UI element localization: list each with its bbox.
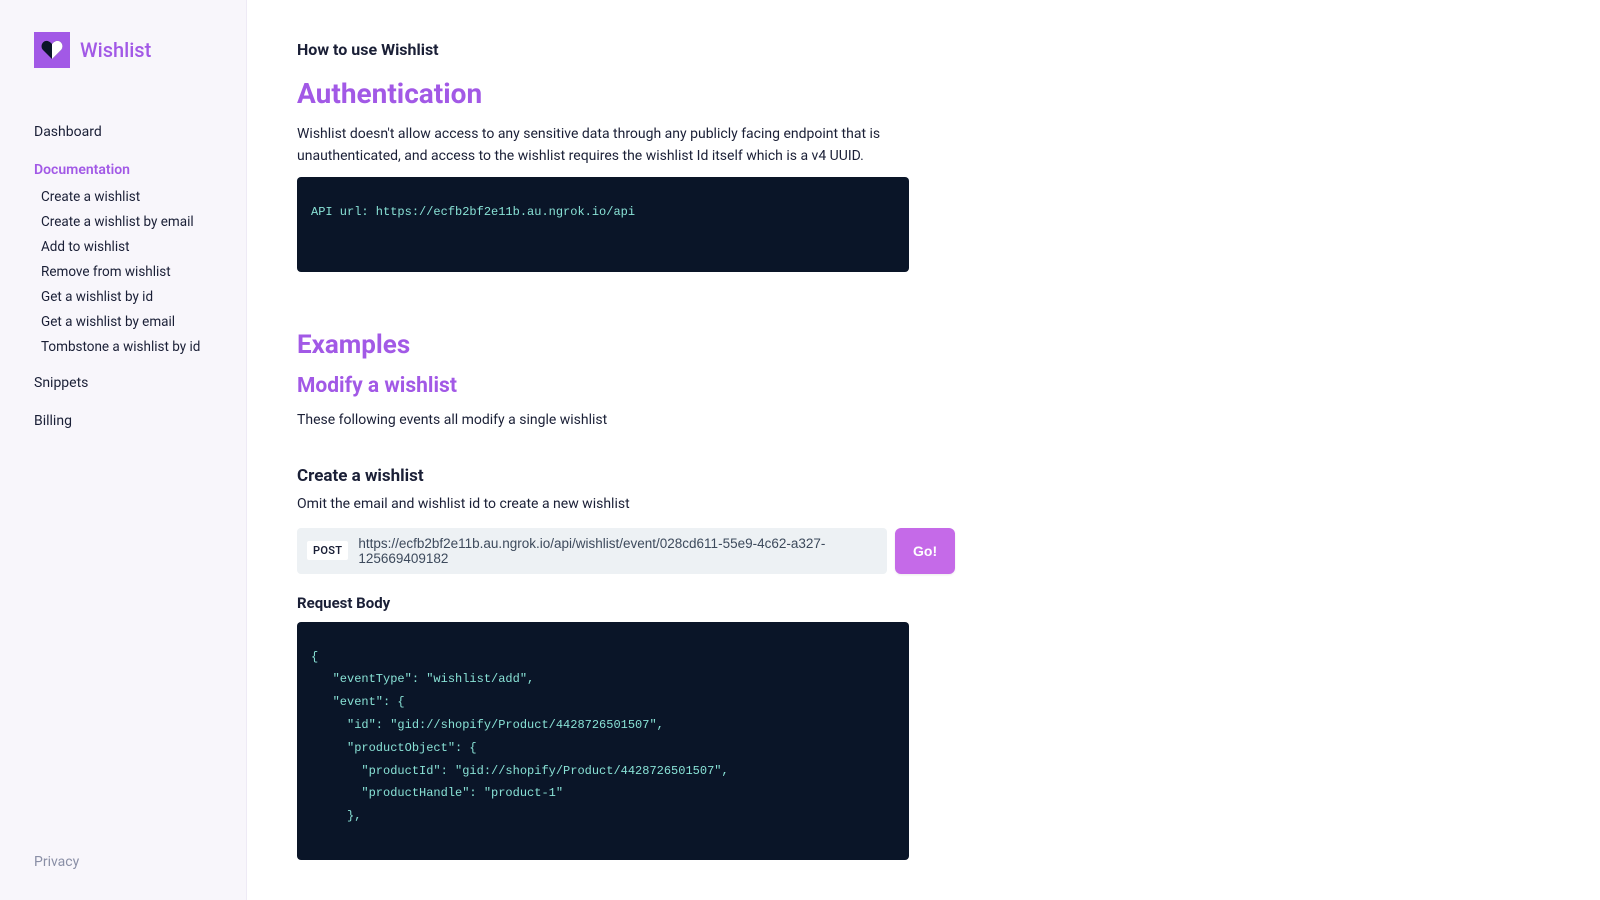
brand-name: Wishlist — [80, 38, 151, 62]
nav: Dashboard Documentation Create a wishlis… — [0, 118, 246, 854]
request-body-label: Request Body — [297, 594, 1550, 612]
nav-create-wishlist-email[interactable]: Create a wishlist by email — [41, 209, 212, 234]
endpoint-input[interactable]: POST https://ecfb2bf2e11b.au.ngrok.io/ap… — [297, 528, 887, 574]
nav-documentation[interactable]: Documentation — [34, 156, 212, 184]
nav-snippets[interactable]: Snippets — [34, 369, 212, 397]
http-method-badge: POST — [307, 541, 348, 560]
main-content: How to use Wishlist Authentication Wishl… — [247, 0, 1600, 900]
endpoint-row: POST https://ecfb2bf2e11b.au.ngrok.io/ap… — [297, 528, 1550, 574]
page-title: How to use Wishlist — [297, 40, 1550, 59]
auth-description: Wishlist doesn't allow access to any sen… — [297, 124, 947, 167]
nav-privacy[interactable]: Privacy — [0, 854, 246, 900]
brand-logo-icon — [34, 32, 70, 68]
nav-get-wishlist-email[interactable]: Get a wishlist by email — [41, 309, 212, 334]
modify-description: These following events all modify a sing… — [297, 410, 947, 432]
heading-modify-wishlist: Modify a wishlist — [297, 374, 1550, 398]
nav-documentation-sub: Create a wishlist Create a wishlist by e… — [34, 184, 212, 359]
nav-billing[interactable]: Billing — [34, 407, 212, 435]
nav-get-wishlist-id[interactable]: Get a wishlist by id — [41, 284, 212, 309]
brand: Wishlist — [0, 32, 246, 118]
sidebar: Wishlist Dashboard Documentation Create … — [0, 0, 247, 900]
nav-tombstone-wishlist[interactable]: Tombstone a wishlist by id — [41, 334, 212, 359]
auth-code-block: API url: https://ecfb2bf2e11b.au.ngrok.i… — [297, 177, 909, 272]
create-description: Omit the email and wishlist id to create… — [297, 494, 947, 516]
heading-create-wishlist: Create a wishlist — [297, 466, 1550, 486]
nav-dashboard[interactable]: Dashboard — [34, 118, 212, 146]
nav-create-wishlist[interactable]: Create a wishlist — [41, 184, 212, 209]
nav-remove-from-wishlist[interactable]: Remove from wishlist — [41, 259, 212, 284]
go-button[interactable]: Go! — [895, 528, 955, 574]
nav-add-to-wishlist[interactable]: Add to wishlist — [41, 234, 212, 259]
heading-examples: Examples — [297, 330, 1550, 360]
heading-authentication: Authentication — [297, 77, 1550, 110]
endpoint-url: https://ecfb2bf2e11b.au.ngrok.io/api/wis… — [358, 536, 877, 566]
request-body-code: { "eventType": "wishlist/add", "event": … — [297, 622, 909, 860]
